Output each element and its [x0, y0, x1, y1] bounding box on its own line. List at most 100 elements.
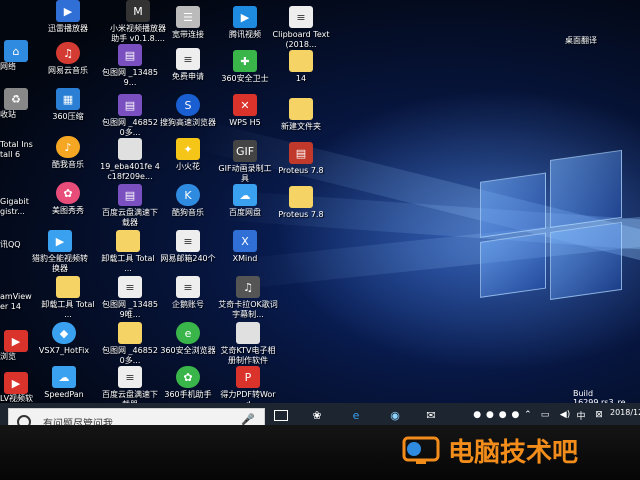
mindmap-icon: X	[233, 230, 257, 252]
tray-icons[interactable]: ● ● ● ● ⌃	[472, 407, 534, 423]
document-icon: ≡	[176, 230, 200, 252]
network-icon[interactable]: ▭	[536, 407, 554, 423]
desktop-icon[interactable]: GIF GIF动画录制工具	[215, 140, 275, 184]
shield-icon: ✚	[233, 50, 257, 72]
desktop-icon-partial[interactable]: 讯QQ	[0, 240, 34, 250]
archive-icon: ▤	[118, 94, 142, 116]
zip-icon: ▦	[56, 88, 80, 110]
folder-icon	[289, 50, 313, 72]
folder-icon	[289, 98, 313, 120]
mail-icon[interactable]: ✉	[422, 407, 440, 423]
search-placeholder: 有问题尽管问我	[43, 419, 113, 425]
ime-indicator[interactable]: 中	[572, 407, 590, 423]
cloud-drive-icon: ☁	[233, 184, 257, 206]
desktop-icon[interactable]: 卸载工具 Total ...	[38, 276, 98, 320]
app-icon: ✦	[176, 138, 200, 160]
network-icon: ☰	[176, 6, 200, 28]
hotfix-icon: ◆	[52, 322, 76, 344]
desktop-icon[interactable]: ▶ 迅雷播放器	[38, 0, 98, 34]
desktop-icon-partial[interactable]: Gigabit gistr...	[0, 197, 34, 217]
edge-icon[interactable]: e	[347, 407, 365, 423]
video-icon: ▶	[233, 6, 257, 28]
document-icon: ≡	[118, 366, 142, 388]
desktop-icon[interactable]: ☰ 宽带连接	[158, 6, 218, 40]
desktop-icon[interactable]: S 搜狗高速浏览器	[158, 94, 218, 128]
image-file-icon	[118, 138, 142, 160]
desktop-icon-partial[interactable]: ♻ 收站	[0, 88, 34, 120]
desktop-icon[interactable]: ✦ 小火花	[158, 138, 218, 172]
desktop-icon[interactable]: ✿ 美图秀秀	[38, 182, 98, 216]
karaoke-icon: ♫	[236, 276, 260, 298]
desktop-icon[interactable]: 卸载工具 Total ...	[98, 230, 158, 274]
folder-icon	[56, 276, 80, 298]
desktop-icon[interactable]: ▤ 百度云盘满速下载器	[100, 184, 160, 228]
desktop-icon[interactable]: ≡ 网易邮箱240个	[158, 230, 218, 264]
desktop-icon[interactable]: ≡ 包图网 _134859唯...	[100, 276, 160, 320]
desktop-icon-label[interactable]: 桌面翻译	[565, 36, 597, 46]
desktop-icon[interactable]: 19_eba401fe 4c18f209e...	[100, 138, 160, 182]
folder-icon	[118, 322, 142, 344]
desktop-icon[interactable]: ▤ 包图网 _468520多...	[100, 94, 160, 138]
desktop: ⌂ 网络 ♻ 收站 Total Install 6 Gigabit gistr...…	[0, 0, 640, 425]
desktop-icon[interactable]: ✚ 360安全卫士	[215, 50, 275, 84]
desktop-icon[interactable]: ✿ 360手机助手	[158, 366, 218, 400]
desktop-icon[interactable]: K 酷狗音乐	[158, 184, 218, 218]
desktop-icon-partial[interactable]: ⌂ 网络	[0, 40, 34, 72]
app-icon[interactable]: ❀	[308, 407, 326, 423]
photo-editor-icon: ✿	[56, 182, 80, 204]
desktop-icon[interactable]: 艾奇KTV电子相册制作软件	[218, 322, 278, 366]
desktop-icon[interactable]: ☁ 百度网盘	[215, 184, 275, 218]
desktop-icon[interactable]: Proteus 7.8	[271, 186, 331, 220]
input-method-icon[interactable]: ⊠	[590, 407, 608, 423]
desktop-icon[interactable]: ≡ 免费申请	[158, 48, 218, 82]
desktop-icon[interactable]: ☁ SpeedPan	[34, 366, 94, 400]
desktop-icon[interactable]: 新建文件夹	[271, 98, 331, 132]
desktop-icon[interactable]: ≡ Clipboard Text (2018...	[271, 6, 331, 50]
pdf-icon: P	[236, 366, 260, 388]
music-icon: ♪	[56, 136, 80, 158]
desktop-icon[interactable]: ▦ 360压缩	[38, 88, 98, 122]
desktop-icon-partial[interactable]: amViewer 14	[0, 292, 34, 312]
gif-recorder-icon: GIF	[233, 140, 257, 162]
archive-icon: ▤	[118, 44, 142, 66]
desktop-icon[interactable]: e 360安全浏览器	[158, 322, 218, 356]
task-view-icon[interactable]	[272, 407, 290, 423]
desktop-icon[interactable]: ♫ 网易云音乐	[38, 42, 98, 76]
desktop-icon[interactable]: ▶ 腾讯视频	[215, 6, 275, 40]
converter-icon: ▶	[48, 230, 72, 252]
desktop-icon[interactable]: 包图网 _468520多...	[100, 322, 160, 366]
monitor-logo-icon	[402, 436, 440, 464]
desktop-icon[interactable]: 14	[271, 50, 331, 84]
music-icon: K	[176, 184, 200, 206]
desktop-icon[interactable]: ✕ WPS H5	[215, 94, 275, 128]
desktop-icon[interactable]: ≡ 企鹅账号	[158, 276, 218, 310]
site-watermark: 电脑技术吧	[400, 432, 578, 468]
search-box[interactable]: 有问题尽管问我 🎤	[8, 408, 265, 425]
folder-icon	[289, 186, 313, 208]
desktop-icon[interactable]: ▶ 猎豹全能视频转换器	[30, 230, 90, 274]
folder-icon	[116, 230, 140, 252]
desktop-icon[interactable]: X XMind	[215, 230, 275, 264]
desktop-icon[interactable]: ◆ VSX7_HotFix	[34, 322, 94, 356]
cloud-icon: ☁	[52, 366, 76, 388]
proteus-icon: ▤	[289, 142, 313, 164]
watermark-text: 电脑技术吧	[448, 437, 579, 468]
desktop-icon[interactable]: ♫ 艾奇卡拉OK歌词字幕制...	[218, 276, 278, 320]
desktop-icon[interactable]: ♪ 酷我音乐	[38, 136, 98, 170]
desktop-icon[interactable]: ▤ 包图网 _134859...	[100, 44, 160, 88]
phone-assistant-icon: ✿	[176, 366, 200, 388]
downloader-icon: ▤	[118, 184, 142, 206]
desktop-icon[interactable]: ▤ Proteus 7.8	[271, 142, 331, 176]
browser-icon: S	[176, 94, 200, 116]
clock-date[interactable]: 2018/12	[610, 408, 640, 417]
music-icon: ♫	[56, 42, 80, 64]
wps-icon: ✕	[233, 94, 257, 116]
document-icon: ≡	[176, 276, 200, 298]
browser-icon: e	[176, 322, 200, 344]
desktop-icon-partial[interactable]: Total Install 6	[0, 140, 34, 160]
album-icon	[236, 322, 260, 344]
desktop-icon-partial[interactable]: ▶ 浏览	[0, 330, 34, 362]
microphone-icon[interactable]: 🎤	[241, 413, 255, 425]
player-icon: ▶	[56, 0, 80, 22]
browser-icon[interactable]: ◉	[386, 407, 404, 423]
